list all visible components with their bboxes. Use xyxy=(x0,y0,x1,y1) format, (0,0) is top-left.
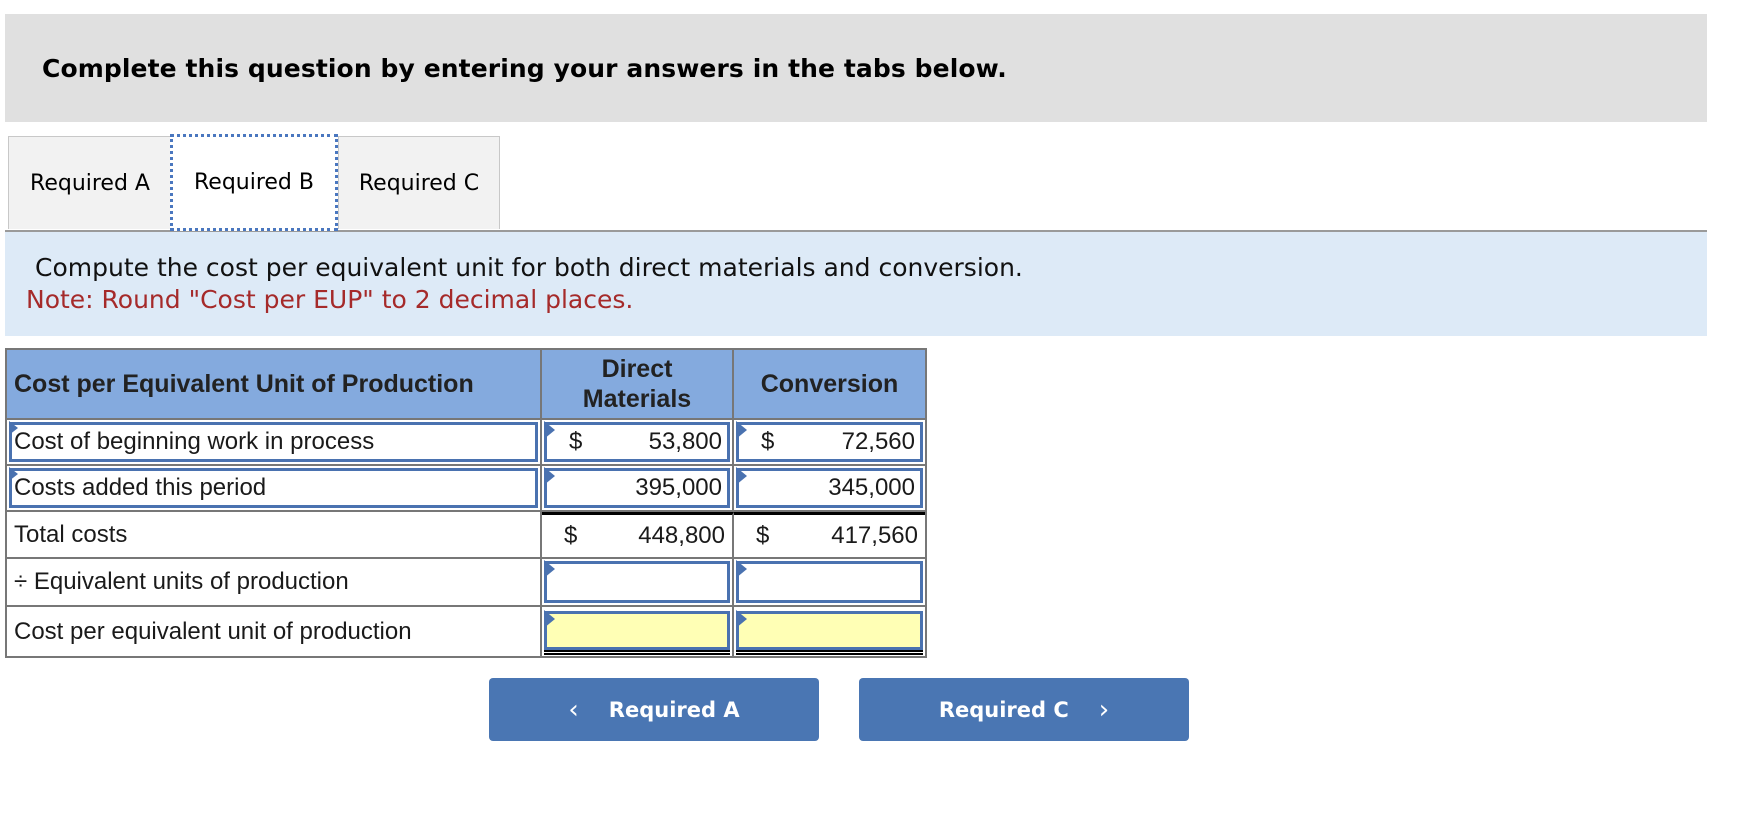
prev-button-label: Required A xyxy=(608,697,740,722)
direct-materials-total: 448,800 xyxy=(638,522,725,549)
instruction-text: Compute the cost per equivalent unit for… xyxy=(35,253,1023,282)
row-label-cell: ÷ Equivalent units of production xyxy=(7,559,542,605)
table-row: Cost per equivalent unit of production xyxy=(7,607,925,656)
direct-materials-eup-field[interactable] xyxy=(547,564,727,600)
conversion-cell xyxy=(734,607,925,656)
row-label-cell: Total costs xyxy=(7,512,542,557)
next-required-c-button[interactable]: Required C › xyxy=(859,678,1189,741)
input-flag-icon xyxy=(544,421,555,439)
tab-required-a[interactable]: Required A xyxy=(8,136,172,229)
header-label: Cost per Equivalent Unit of Production xyxy=(7,350,542,418)
conversion-value: 345,000 xyxy=(828,474,915,501)
tab-required-c-label: Required C xyxy=(358,170,480,196)
label-dropdown[interactable]: Cost of beginning work in process xyxy=(9,421,538,462)
row-label-cell: Cost of beginning work in process xyxy=(7,420,542,464)
chevron-left-icon: ‹ xyxy=(568,694,579,725)
conversion-total-cell: $ 417,560 xyxy=(734,512,925,557)
direct-materials-cell: 395,000 xyxy=(542,466,734,510)
rounding-note: Note: Round "Cost per EUP" to 2 decimal … xyxy=(26,285,634,314)
header-conversion: Conversion xyxy=(760,370,899,398)
conversion-cell: 345,000 xyxy=(734,466,925,510)
table-row: Cost of beginning work in process $ 53,8… xyxy=(7,420,925,466)
conversion-cost-per-eup-field[interactable] xyxy=(739,614,920,647)
conversion-input[interactable]: 345,000 xyxy=(736,467,923,508)
conversion-cell xyxy=(734,559,925,605)
direct-materials-value: 395,000 xyxy=(635,474,722,501)
table-row: ÷ Equivalent units of production xyxy=(7,559,925,607)
conversion-total: 417,560 xyxy=(831,522,918,549)
input-flag-icon xyxy=(736,467,747,485)
row-label-cell: Costs added this period xyxy=(7,466,542,510)
conversion-eup-field[interactable] xyxy=(739,564,920,600)
tab-required-b[interactable]: Required B xyxy=(170,134,338,231)
direct-materials-input[interactable]: $ 53,800 xyxy=(544,421,730,462)
label-dropdown[interactable]: Costs added this period xyxy=(9,467,538,508)
row-label: Total costs xyxy=(14,520,128,548)
conversion-input[interactable]: $ 72,560 xyxy=(736,421,923,462)
cost-per-eup-table: Cost per Equivalent Unit of Production D… xyxy=(5,348,927,658)
prompt-panel: Compute the cost per equivalent unit for… xyxy=(5,232,1707,336)
prev-required-a-button[interactable]: ‹ Required A xyxy=(489,678,819,741)
instructions-title: Complete this question by entering your … xyxy=(42,54,1007,83)
instructions-header: Complete this question by entering your … xyxy=(5,14,1707,122)
conversion-eup-input[interactable] xyxy=(736,560,923,603)
conversion-value: 72,560 xyxy=(841,428,915,455)
conversion-cell: $ 72,560 xyxy=(734,420,925,464)
conversion-cost-per-eup-input[interactable] xyxy=(736,610,923,655)
direct-materials-input[interactable]: 395,000 xyxy=(544,467,730,508)
table-header-row: Cost per Equivalent Unit of Production D… xyxy=(7,350,925,420)
row-label: ÷ Equivalent units of production xyxy=(14,568,349,595)
direct-materials-value: 53,800 xyxy=(648,428,722,455)
header-direct-materials: Direct Materials xyxy=(542,350,734,418)
tab-required-c[interactable]: Required C xyxy=(338,136,500,229)
row-label-cell: Cost per equivalent unit of production xyxy=(7,607,542,656)
input-flag-icon xyxy=(544,467,555,485)
next-button-label: Required C xyxy=(938,697,1069,722)
direct-materials-cost-per-eup-input[interactable] xyxy=(544,610,730,655)
chevron-right-icon: › xyxy=(1098,694,1110,725)
row-label: Cost per equivalent unit of production xyxy=(14,617,412,645)
currency-symbol: $ xyxy=(569,428,583,455)
direct-materials-total-cell: $ 448,800 xyxy=(542,512,734,557)
direct-materials-eup-input[interactable] xyxy=(544,560,730,603)
direct-materials-cost-per-eup-field[interactable] xyxy=(547,614,727,647)
input-flag-icon xyxy=(736,421,747,439)
tab-required-a-label: Required A xyxy=(30,170,150,196)
table-row-total: Total costs $ 448,800 $ 417,560 xyxy=(7,512,925,559)
currency-symbol: $ xyxy=(564,522,578,549)
currency-symbol: $ xyxy=(761,428,775,455)
direct-materials-cell: $ 53,800 xyxy=(542,420,734,464)
direct-materials-cell xyxy=(542,559,734,605)
currency-symbol: $ xyxy=(756,522,770,549)
table-row: Costs added this period 395,000 345,000 xyxy=(7,466,925,512)
direct-materials-cell xyxy=(542,607,734,656)
row-label: Cost of beginning work in process xyxy=(14,428,375,455)
tab-required-b-label: Required B xyxy=(193,170,314,195)
row-label: Costs added this period xyxy=(14,474,267,501)
